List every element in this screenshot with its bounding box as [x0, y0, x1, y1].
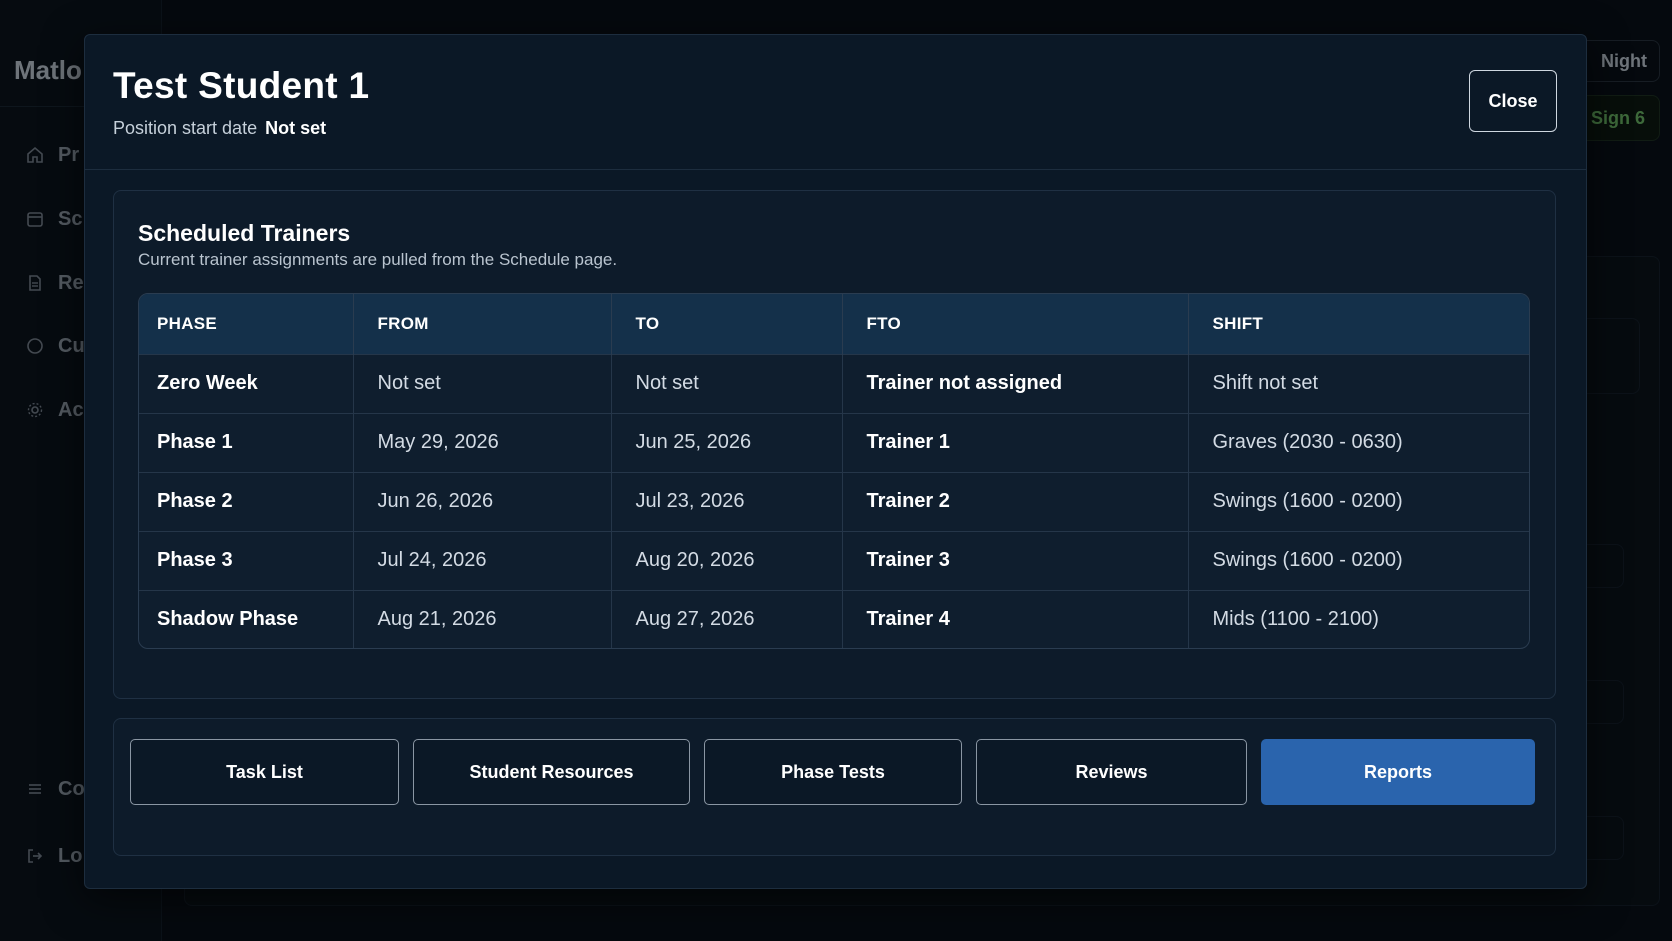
cell-fto: Trainer 3	[842, 530, 1189, 590]
phase-tests-button[interactable]: Phase Tests	[704, 739, 962, 805]
cell-to: Aug 27, 2026	[611, 589, 843, 648]
cell-shift: Mids (1100 - 2100)	[1188, 589, 1529, 648]
cell-shift: Graves (2030 - 0630)	[1188, 412, 1529, 472]
cell-shift: Swings (1600 - 0200)	[1188, 530, 1529, 590]
table-row: Zero Week Not set Not set Trainer not as…	[139, 353, 1529, 413]
column-header-fto: FTO	[842, 294, 1189, 354]
cell-to: Aug 20, 2026	[611, 530, 843, 590]
actions-card: Task List Student Resources Phase Tests …	[113, 718, 1556, 856]
trainers-table: PHASE FROM TO FTO SHIFT Zero Week Not se…	[139, 294, 1529, 648]
cell-phase: Zero Week	[139, 353, 354, 413]
close-button[interactable]: Close	[1469, 70, 1557, 132]
cell-from: Aug 21, 2026	[353, 589, 612, 648]
table-row: Phase 2 Jun 26, 2026 Jul 23, 2026 Traine…	[139, 471, 1529, 531]
task-list-button[interactable]: Task List	[130, 739, 399, 805]
cell-from: Not set	[353, 353, 612, 413]
cell-fto: Trainer not assigned	[842, 353, 1189, 413]
student-name: Test Student 1	[113, 65, 370, 106]
column-header-to: TO	[611, 294, 843, 354]
column-header-from: FROM	[353, 294, 612, 354]
student-modal: Test Student 1 Position start date Not se…	[84, 34, 1587, 889]
cell-from: May 29, 2026	[353, 412, 612, 472]
cell-phase: Phase 1	[139, 412, 354, 472]
cell-fto: Trainer 2	[842, 471, 1189, 531]
reviews-button[interactable]: Reviews	[976, 739, 1247, 805]
section-subtitle: Current trainer assignments are pulled f…	[138, 250, 618, 269]
cell-shift: Shift not set	[1188, 353, 1529, 413]
table-row: Phase 3 Jul 24, 2026 Aug 20, 2026 Traine…	[139, 530, 1529, 590]
cell-phase: Phase 2	[139, 471, 354, 531]
cell-to: Jun 25, 2026	[611, 412, 843, 472]
cell-from: Jul 24, 2026	[353, 530, 612, 590]
trainers-table-wrapper: PHASE FROM TO FTO SHIFT Zero Week Not se…	[138, 293, 1530, 649]
cell-phase: Phase 3	[139, 530, 354, 590]
start-date-label: Position start date	[113, 118, 258, 138]
modal-header: Test Student 1 Position start date Not se…	[85, 35, 1586, 170]
cell-phase: Shadow Phase	[139, 589, 354, 648]
cell-fto: Trainer 1	[842, 412, 1189, 472]
table-row: Shadow Phase Aug 21, 2026 Aug 27, 2026 T…	[139, 589, 1529, 648]
column-header-shift: SHIFT	[1188, 294, 1529, 354]
cell-from: Jun 26, 2026	[353, 471, 612, 531]
student-resources-button[interactable]: Student Resources	[413, 739, 690, 805]
cell-to: Jul 23, 2026	[611, 471, 843, 531]
column-header-phase: PHASE	[139, 294, 354, 354]
start-date-value: Not set	[265, 118, 327, 138]
cell-to: Not set	[611, 353, 843, 413]
start-date-line: Position start date Not set	[113, 118, 326, 139]
table-row: Phase 1 May 29, 2026 Jun 25, 2026 Traine…	[139, 412, 1529, 472]
scheduled-trainers-card: Scheduled Trainers Current trainer assig…	[113, 190, 1556, 699]
section-title: Scheduled Trainers	[138, 220, 351, 246]
table-header-row: PHASE FROM TO FTO SHIFT	[139, 294, 1529, 354]
cell-fto: Trainer 4	[842, 589, 1189, 648]
reports-button[interactable]: Reports	[1261, 739, 1535, 805]
cell-shift: Swings (1600 - 0200)	[1188, 471, 1529, 531]
